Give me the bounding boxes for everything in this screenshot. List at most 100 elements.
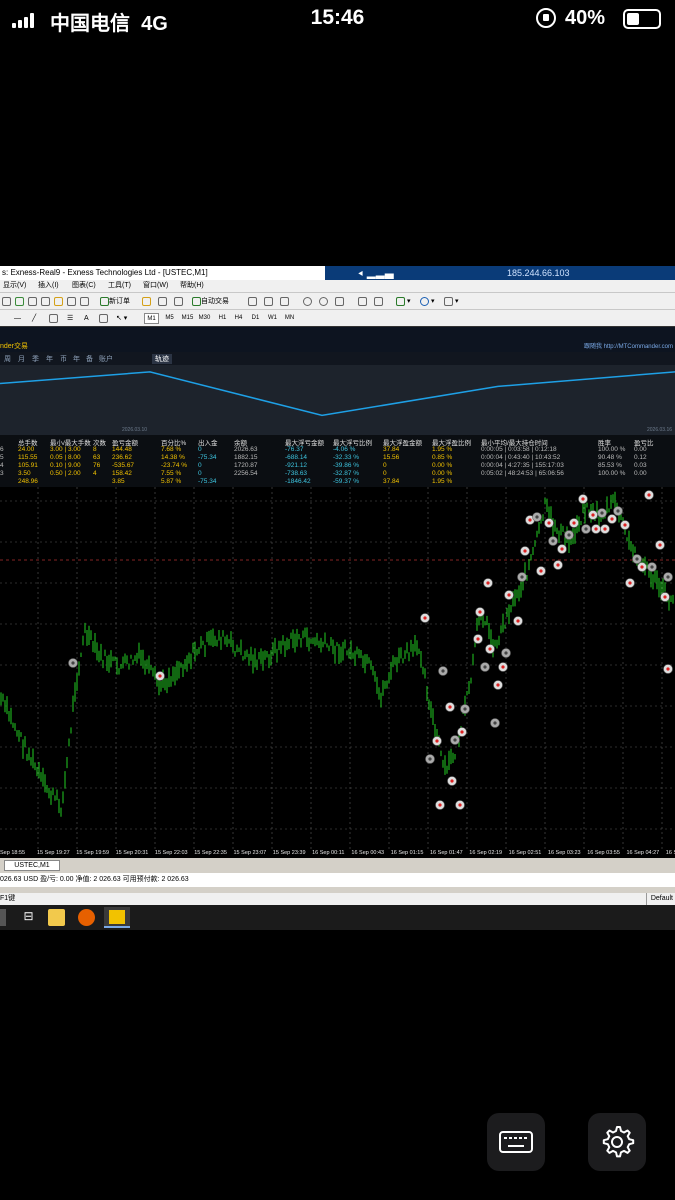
stats-cell: 4 xyxy=(0,462,4,469)
time-axis-label: 16 Sep 02:19 xyxy=(469,850,503,856)
trade-marker-dot xyxy=(483,665,487,669)
time-axis-label: 15 Sep 23:39 xyxy=(272,850,306,856)
timeframe-d1[interactable]: D1 xyxy=(248,313,263,324)
panel-tab[interactable]: 备 xyxy=(86,354,93,364)
autoscroll-icon[interactable] xyxy=(358,296,367,307)
task-view-icon[interactable]: ⊟ xyxy=(20,909,37,926)
panel-tab[interactable]: 年 xyxy=(73,354,80,364)
menu-charts[interactable]: 图表(C) xyxy=(72,280,96,292)
stats-header-row: 总手数 最小/最大手数 次数 盈亏金额 百分比% 出入金 余额 最大浮亏金额 最大浮亏比例 最大浮… xyxy=(0,437,675,447)
menu-tools[interactable]: 工具(T) xyxy=(108,280,131,292)
arrows-icon[interactable]: ↖ ▾ xyxy=(116,313,127,324)
timeframe-m5[interactable]: M5 xyxy=(162,313,177,324)
stats-cell: 0:00:04 | 0:43:40 | 10:43:52 xyxy=(481,454,561,461)
terminal-icon[interactable] xyxy=(67,296,76,307)
new-order-button[interactable]: 新订单 xyxy=(100,296,130,307)
timeframe-m15[interactable]: M15 xyxy=(180,313,195,324)
timeframe-h1[interactable]: H1 xyxy=(215,313,230,324)
menu-insert[interactable]: 插入(I) xyxy=(38,280,59,292)
keyboard-button[interactable] xyxy=(487,1113,545,1171)
tile-windows-icon[interactable] xyxy=(335,296,344,307)
timeframe-m1[interactable]: M1 xyxy=(144,313,159,324)
stats-cell: 1.95 % xyxy=(432,478,453,485)
text-label-icon[interactable] xyxy=(99,313,108,324)
gear-icon xyxy=(602,1126,635,1158)
trade-marker-dot xyxy=(520,575,524,579)
panel-tab[interactable]: 账户 xyxy=(99,354,113,364)
timeframe-w1[interactable]: W1 xyxy=(265,313,280,324)
trendline-icon[interactable]: ╱ xyxy=(32,313,36,324)
trade-marker-dot xyxy=(504,651,508,655)
time-axis-label: 15 Sep 22:35 xyxy=(194,850,227,856)
stats-cell: -23.74 % xyxy=(161,462,188,469)
zoom-in-icon[interactable] xyxy=(303,296,312,307)
drawing-toolbar: — ╱ ☰ A ↖ ▾ M1 M5 M15 M30 H1 H4 D1 W1 MN xyxy=(0,309,675,326)
periods-icon[interactable]: ▾ xyxy=(420,296,434,307)
timeframe-mn[interactable]: MN xyxy=(282,313,297,324)
menu-view[interactable]: 显示(V) xyxy=(3,280,26,292)
auto-trading-button[interactable]: 自动交易 xyxy=(192,296,229,307)
trade-marker-dot xyxy=(581,497,585,501)
panel-tab[interactable]: 月 xyxy=(18,354,25,364)
menu-help[interactable]: 帮助(H) xyxy=(180,280,204,292)
price-chart-canvas[interactable] xyxy=(0,487,675,850)
stats-row: 248.96 3.85 5.87 % -75.34 -1846.42 -59.37 % 37… xyxy=(0,478,675,486)
signals-icon[interactable] xyxy=(158,296,167,307)
profiles-icon[interactable] xyxy=(15,296,24,307)
trade-marker-dot xyxy=(71,661,75,665)
menu-window[interactable]: 窗口(W) xyxy=(143,280,168,292)
price-chart[interactable] xyxy=(0,487,675,856)
panel-tab-active[interactable]: 轨迹 xyxy=(152,354,172,364)
windows-taskbar: ⊟ xyxy=(0,905,675,930)
indicators-icon[interactable]: ▾ xyxy=(396,296,410,307)
horizontal-line-icon[interactable]: — xyxy=(14,313,21,324)
candlestick-icon[interactable] xyxy=(264,296,273,307)
trade-marker-dot xyxy=(460,730,464,734)
chart-shift-icon[interactable] xyxy=(374,296,383,307)
line-chart-icon[interactable] xyxy=(280,296,289,307)
timeframe-h4[interactable]: H4 xyxy=(231,313,246,324)
panel-tab[interactable]: 年 xyxy=(46,354,53,364)
file-explorer-icon[interactable] xyxy=(48,909,65,926)
settings-button[interactable] xyxy=(588,1113,646,1171)
trade-marker-dot xyxy=(423,616,427,620)
data-window-icon[interactable] xyxy=(41,296,50,307)
market-watch-icon[interactable] xyxy=(28,296,37,307)
trade-marker-dot xyxy=(528,518,532,522)
firefox-icon[interactable] xyxy=(78,909,95,926)
trade-marker-dot xyxy=(463,707,467,711)
stats-row: 3 3.50 0.50 | 2.00 4 158.42 7.55 % 0 2256.54 -73… xyxy=(0,470,675,478)
trade-marker-dot xyxy=(663,595,667,599)
panel-tab[interactable]: 周 xyxy=(4,354,11,364)
new-order-label: 新订单 xyxy=(109,298,130,305)
navigator-icon[interactable] xyxy=(54,296,63,307)
chart-tab-ustec[interactable]: USTEC,M1 xyxy=(4,860,60,871)
panel-tab[interactable]: 币 xyxy=(60,354,67,364)
text-icon[interactable]: A xyxy=(84,313,89,324)
start-icon[interactable] xyxy=(0,909,6,926)
trade-marker-dot xyxy=(666,667,670,671)
timeframe-m30[interactable]: M30 xyxy=(197,313,212,324)
panel-right-title[interactable]: 跟随我 http://MTCommander.com xyxy=(584,341,673,350)
stats-cell: 0.00 % xyxy=(432,470,453,477)
tester-icon[interactable] xyxy=(80,296,89,307)
stats-cell: 0:00:05 | 0:03:58 | 0:12:18 xyxy=(481,446,557,453)
trade-marker-dot xyxy=(623,523,627,527)
mt4-task-icon[interactable] xyxy=(104,907,130,928)
stats-cell: -75.34 xyxy=(198,454,217,461)
metaeditor-icon[interactable] xyxy=(142,296,151,307)
fibonacci-icon[interactable]: ☰ xyxy=(67,313,73,324)
zoom-out-icon[interactable] xyxy=(319,296,328,307)
new-chart-icon[interactable] xyxy=(2,296,11,307)
market-icon[interactable] xyxy=(174,296,183,307)
trade-marker-dot xyxy=(441,669,445,673)
channel-icon[interactable] xyxy=(49,313,58,324)
commander-panel-header: nder交易 跟随我 http://MTCommander.com xyxy=(0,326,675,352)
stats-cell: 0 xyxy=(383,470,387,477)
trade-marker-dot xyxy=(486,581,490,585)
templates-icon[interactable]: ▾ xyxy=(444,296,458,307)
bar-chart-icon[interactable] xyxy=(248,296,257,307)
stats-cell: 0.50 | 2.00 xyxy=(50,470,81,477)
trade-marker-dot xyxy=(666,575,670,579)
panel-tab[interactable]: 季 xyxy=(32,354,39,364)
